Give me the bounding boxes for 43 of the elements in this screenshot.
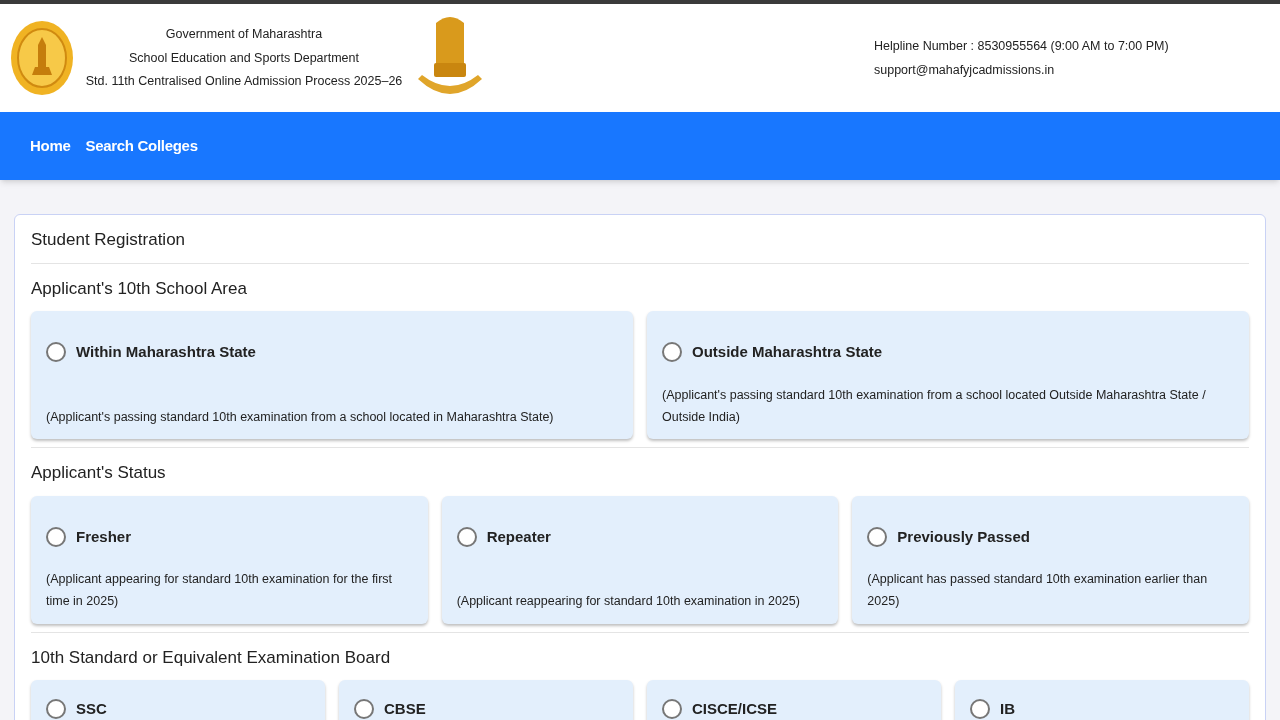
option-description: (Applicant's passing standard 10th examination from a school located Outside Maharashtra State / Outside India) — [662, 386, 1207, 426]
support-email-link[interactable]: support@mahafyjcadmissions.in — [874, 60, 1169, 80]
radio-button[interactable] — [456, 526, 477, 547]
option-label: Fresher — [76, 526, 132, 547]
option-card[interactable]: CISCE/ICSE — [647, 680, 941, 720]
nav-link[interactable]: Search Colleges — [85, 134, 198, 158]
option-label: SSC — [76, 699, 107, 719]
option-card[interactable]: Previously Passed (Applicant has passed standard 10th examination earlier than 2025) — [852, 495, 1249, 624]
option-label: CBSE — [384, 699, 426, 719]
option-card[interactable]: IB — [955, 680, 1249, 720]
radio-button[interactable] — [354, 699, 374, 720]
radio-button[interactable] — [662, 699, 682, 720]
option-card[interactable]: Fresher (Applicant appearing for standard 10th examination for the first time in 2025) — [31, 495, 428, 624]
option-card[interactable]: Repeater (Applicant reappearing for standard 10th examination in 2025) — [441, 495, 839, 624]
radio-button[interactable] — [46, 699, 66, 720]
section-heading: Applicant's Status — [31, 462, 167, 484]
option-label: IB — [1000, 699, 1015, 719]
radio-button[interactable] — [970, 699, 990, 720]
option-description: (Applicant's passing standard 10th examination from a school located in Maharashtra State) — [46, 408, 554, 426]
radio-button[interactable] — [867, 526, 888, 547]
section-heading: 10th Standard or Equivalent Examination Board — [31, 646, 392, 669]
card-title: Student Registration — [31, 227, 1249, 264]
radio-button[interactable] — [46, 342, 66, 363]
option-label: Outside Maharashtra State — [692, 342, 883, 362]
section-heading: Applicant's 10th School Area — [31, 277, 248, 300]
option-card[interactable]: CBSE — [339, 680, 633, 720]
header-title-line: Government of Maharashtra — [165, 25, 323, 43]
option-description: (Applicant reappearing for standard 10th examination in 2025) — [456, 593, 800, 610]
radio-button[interactable] — [46, 526, 66, 547]
option-label: Previously Passed — [897, 526, 1030, 547]
option-label: Repeater — [486, 526, 551, 547]
header-title-line: Std. 11th Centralised Online Admission Process 2025–26 — [85, 73, 403, 91]
header-title-line: School Education and Sports Department — [129, 49, 359, 67]
option-description: (Applicant appearing for standard 10th examination for the first time in 2025) — [46, 571, 394, 610]
option-label: CISCE/ICSE — [692, 699, 778, 719]
option-card[interactable]: SSC — [31, 680, 325, 720]
option-card[interactable]: Within Maharashtra State (Applicant's passing standard 10th examination from a school located in Maharashtra State) — [31, 311, 633, 439]
option-label: Within Maharashtra State — [76, 342, 256, 362]
option-description: (Applicant has passed standard 10th examination earlier than 2025) — [867, 571, 1209, 610]
nav-link[interactable]: Home — [30, 134, 71, 158]
option-card[interactable]: Outside Maharashtra State (Applicant's passing standard 10th examination from a school located Outside Maharashtra State / Outside India) — [647, 311, 1249, 439]
helpline-text: Helpline Number : 8530955564 (9:00 AM to 7:00 PM) — [874, 37, 1169, 55]
radio-button[interactable] — [662, 342, 682, 363]
